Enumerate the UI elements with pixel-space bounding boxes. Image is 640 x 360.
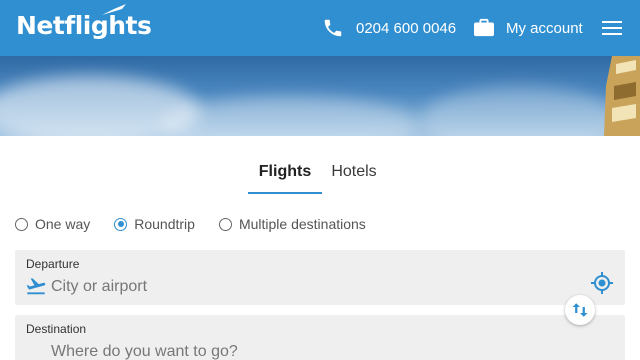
building-image [604, 56, 640, 136]
departure-field[interactable]: Departure City or airport [15, 250, 625, 305]
radio-multiple-destinations[interactable]: Multiple destinations [218, 216, 366, 232]
my-account-button[interactable]: My account [473, 16, 583, 40]
locate-icon[interactable] [590, 271, 614, 295]
logo-text: Netflights [16, 11, 152, 40]
radio-circle[interactable] [15, 217, 28, 231]
radio-one-way[interactable]: One way [15, 216, 90, 232]
destination-label: Destination [26, 322, 87, 336]
phone-number: 0204 600 0046 [356, 19, 457, 37]
phone-link[interactable]: 0204 600 0046 [322, 16, 456, 40]
my-account-label: My account [506, 19, 583, 37]
hero-banner [0, 56, 640, 136]
destination-input[interactable]: Where do you want to go? [51, 343, 238, 360]
logo[interactable]: Netflights [16, 4, 152, 40]
departure-input[interactable]: City or airport [51, 278, 147, 296]
tab-hotels[interactable]: Hotels [326, 152, 382, 194]
swap-button[interactable] [565, 295, 595, 325]
departure-label: Departure [26, 257, 80, 271]
swap-icon [572, 303, 588, 317]
search-tabs: Flights Hotels [0, 152, 640, 194]
radio-roundtrip[interactable]: Roundtrip [114, 216, 195, 232]
menu-icon[interactable] [600, 16, 624, 40]
radio-label: One way [35, 216, 91, 232]
destination-field[interactable]: Destination Where do you want to go? [15, 315, 625, 360]
trip-type-options: One way Roundtrip Multiple destinations [15, 214, 390, 234]
takeoff-icon [26, 278, 46, 295]
radio-label: Roundtrip [134, 216, 195, 232]
top-bar: Netflights 0204 600 0046 My account [0, 0, 640, 56]
briefcase-icon [474, 18, 494, 37]
radio-label: Multiple destinations [238, 216, 366, 232]
radio-circle[interactable] [114, 217, 128, 231]
tab-flights[interactable]: Flights [248, 152, 322, 194]
phone-icon [324, 19, 342, 37]
logo-plane-icon [102, 4, 126, 15]
radio-circle[interactable] [218, 217, 232, 231]
